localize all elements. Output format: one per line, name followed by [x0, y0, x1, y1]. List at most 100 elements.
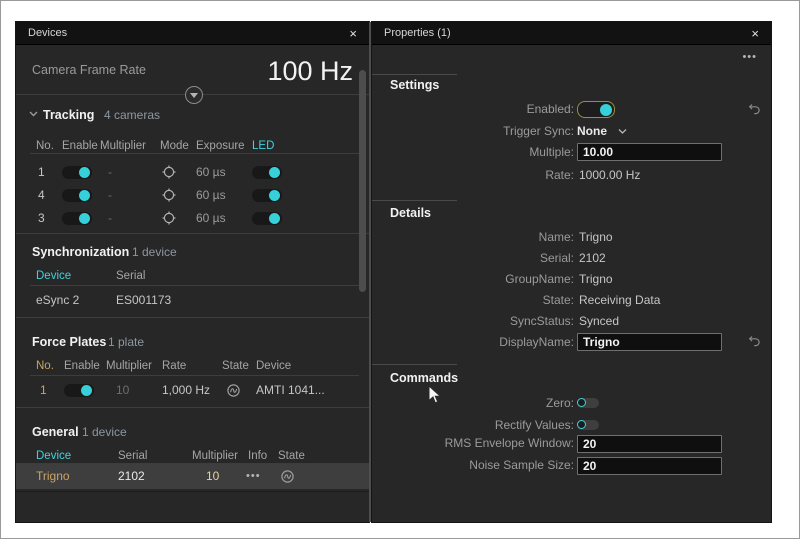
general-section-header[interactable]: General 1 device — [16, 423, 369, 441]
display-name-label: DisplayName: — [499, 333, 574, 351]
cell-exposure: 60 µs — [196, 163, 226, 181]
enable-toggle[interactable] — [64, 384, 94, 397]
detail-row: SyncStatus: Synced — [372, 312, 771, 330]
properties-titlebar: Properties (1) × — [372, 22, 771, 45]
display-name-input[interactable] — [577, 333, 722, 351]
force-plates-table-header: No. Enable Multiplier Rate State Device — [16, 357, 369, 375]
collapse-chevron-icon[interactable] — [29, 109, 38, 118]
synchronization-title: Synchronization — [32, 243, 129, 261]
rectify-values-label: Rectify Values: — [495, 416, 574, 434]
window-frame: Devices × Camera Frame Rate 100 Hz Track… — [0, 0, 800, 539]
details-section-header: Details — [372, 204, 771, 222]
detail-value: Trigno — [579, 270, 613, 288]
mouse-cursor — [428, 385, 442, 405]
tracking-row[interactable]: 1 - 60 µs — [16, 163, 369, 181]
section-divider — [372, 200, 457, 201]
zero-label: Zero: — [546, 394, 574, 412]
force-plates-title: Force Plates — [32, 333, 106, 351]
cell-no: 1 — [40, 381, 47, 399]
properties-panel-title: Properties (1) — [384, 27, 451, 39]
force-plate-row[interactable]: 1 10 1,000 Hz AMTI 1041... — [16, 381, 369, 399]
mode-crosshair-icon[interactable] — [162, 165, 176, 179]
section-divider — [372, 74, 457, 75]
expand-frame-rate-button[interactable] — [185, 86, 203, 104]
divider — [16, 407, 369, 408]
detail-value: Receiving Data — [579, 291, 660, 309]
state-wave-icon[interactable] — [226, 383, 241, 398]
trigger-sync-dropdown[interactable]: None — [577, 122, 607, 140]
multiple-input[interactable] — [577, 143, 722, 161]
cell-device: AMTI 1041... — [256, 381, 325, 399]
cell-device: eSync 2 — [36, 291, 79, 309]
commands-title: Commands — [390, 369, 458, 387]
detail-value: Synced — [579, 312, 619, 330]
tracking-section-header[interactable]: Tracking 4 cameras — [16, 106, 369, 124]
tracking-count: 4 cameras — [104, 106, 160, 124]
general-count: 1 device — [82, 423, 127, 441]
detail-row: GroupName: Trigno — [372, 270, 771, 288]
col-enable: Enable — [64, 357, 100, 375]
general-row-content: Trigno 2102 10 ••• — [16, 467, 369, 485]
reset-icon[interactable] — [748, 335, 761, 348]
col-device: Device — [256, 357, 291, 375]
trigger-sync-label: Trigger Sync: — [503, 122, 574, 140]
col-no: No. — [36, 357, 54, 375]
mode-crosshair-icon[interactable] — [162, 188, 176, 202]
mode-crosshair-icon[interactable] — [162, 211, 176, 225]
enabled-label: Enabled: — [527, 100, 574, 118]
overflow-menu-icon[interactable]: ••• — [742, 48, 757, 66]
detail-row: State: Receiving Data — [372, 291, 771, 309]
devices-scrollbar-thumb[interactable] — [359, 70, 366, 292]
divider — [30, 153, 359, 154]
cell-device: Trigno — [36, 467, 70, 485]
devices-close-icon[interactable]: × — [349, 27, 357, 40]
section-divider — [372, 364, 457, 365]
reset-icon[interactable] — [748, 103, 761, 116]
camera-frame-rate-value[interactable]: 100 Hz — [267, 56, 353, 87]
state-wave-icon[interactable] — [280, 469, 295, 484]
led-toggle[interactable] — [252, 166, 282, 179]
synchronization-section-header[interactable]: Synchronization 1 device — [16, 243, 369, 261]
divider — [16, 233, 369, 234]
display-name-row: DisplayName: — [372, 333, 771, 351]
led-toggle[interactable] — [252, 189, 282, 202]
noise-sample-input[interactable] — [577, 457, 722, 475]
detail-label: GroupName: — [505, 270, 574, 288]
led-toggle[interactable] — [252, 212, 282, 225]
settings-section-header: Settings — [372, 76, 771, 94]
enable-toggle[interactable] — [62, 212, 92, 225]
cell-multiplier: - — [108, 209, 112, 227]
general-row-selected[interactable]: Trigno 2102 10 ••• — [16, 464, 369, 489]
divider — [16, 491, 369, 492]
chevron-down-icon — [190, 93, 198, 98]
rectify-values-row: Rectify Values: — [372, 416, 771, 434]
sync-row[interactable]: eSync 2 ES001173 — [16, 291, 369, 309]
divider — [30, 285, 359, 286]
tracking-row[interactable]: 3 - 60 µs — [16, 209, 369, 227]
enable-toggle[interactable] — [62, 166, 92, 179]
properties-close-icon[interactable]: × — [751, 27, 759, 40]
divider — [16, 317, 369, 318]
camera-frame-rate-label: Camera Frame Rate — [32, 61, 146, 79]
cell-exposure: 60 µs — [196, 186, 226, 204]
detail-label: SyncStatus: — [510, 312, 574, 330]
detail-row: Serial: 2102 — [372, 249, 771, 267]
synchronization-count: 1 device — [132, 243, 177, 261]
rms-envelope-input[interactable] — [577, 435, 722, 453]
enable-toggle[interactable] — [62, 189, 92, 202]
col-device: Device — [36, 267, 71, 285]
tracking-row[interactable]: 4 - 60 µs — [16, 186, 369, 204]
chevron-down-icon[interactable] — [618, 128, 627, 135]
col-serial: Serial — [116, 267, 145, 285]
tracking-title: Tracking — [43, 106, 94, 124]
trigger-sync-row: Trigger Sync: None — [372, 122, 771, 140]
detail-label: Name: — [539, 228, 574, 246]
rectify-values-toggle[interactable] — [577, 420, 599, 430]
divider — [30, 375, 359, 376]
force-plates-section-header[interactable]: Force Plates 1 plate — [16, 333, 369, 351]
cell-multiplier: 10 — [116, 381, 129, 399]
enabled-toggle[interactable] — [577, 101, 615, 118]
devices-panel-title: Devices — [28, 27, 67, 39]
info-menu-icon[interactable]: ••• — [246, 467, 261, 485]
zero-toggle[interactable] — [577, 398, 599, 408]
